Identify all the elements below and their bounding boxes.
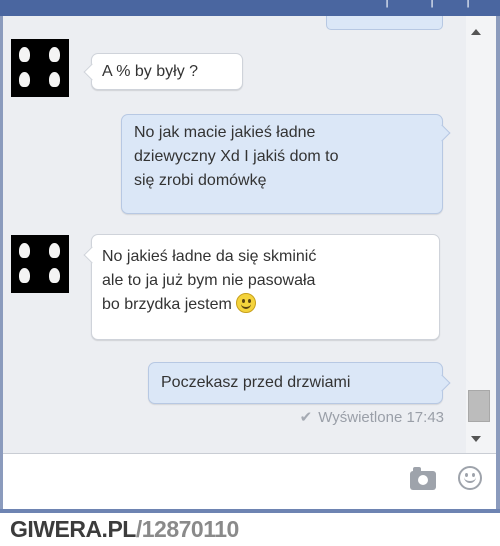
watermark-site: GIWERA.PL: [10, 516, 136, 542]
avatar[interactable]: [11, 235, 69, 293]
emoji-icon[interactable]: [458, 466, 482, 490]
message-text: No jakieś ładne da się skminić: [102, 248, 317, 265]
message-composer[interactable]: [3, 453, 496, 510]
scrollbar[interactable]: [466, 16, 500, 453]
smiley-emoji-icon: [235, 293, 256, 313]
header-control-icon[interactable]: |: [430, 0, 434, 9]
watermark: GIWERA.PL/12870110: [10, 516, 239, 543]
message-bubble-outgoing: No jak macie jakieś ładne dziewyczny Xd …: [121, 114, 451, 214]
window-border-right: [496, 16, 500, 516]
header-control-icon[interactable]: |: [466, 0, 470, 9]
message-bubble-incoming: No jakieś ładne da się skminić ale to ja…: [83, 234, 440, 340]
seen-status: ✔ Wyświetlone 17:43: [300, 408, 444, 426]
message-bubble-outgoing: Poczekasz przed drzwiami: [148, 362, 451, 404]
message-text: się zrobi domówkę: [134, 172, 267, 189]
window-border-left: [0, 16, 3, 516]
scrollbar-thumb[interactable]: [468, 390, 490, 422]
message-text: dziewyczny Xd I jakiś dom to: [134, 148, 339, 165]
watermark-id: 12870110: [141, 516, 240, 542]
scroll-down-arrow-icon[interactable]: [471, 436, 481, 442]
message-text: No jak macie jakieś ładne: [134, 124, 316, 141]
message-list[interactable]: A % by były ? No jak macie jakieś ładne …: [0, 16, 466, 453]
chat-header[interactable]: | | |: [0, 0, 500, 16]
scroll-up-arrow-icon[interactable]: [471, 29, 481, 35]
header-control-icon[interactable]: |: [385, 0, 389, 9]
checkmark-icon: ✔: [299, 409, 313, 426]
message-text: Poczekasz przed drzwiami: [161, 374, 351, 391]
previous-message-bubble: [326, 16, 443, 30]
message-text: bo brzydka jestem: [102, 296, 232, 313]
message-text: ale to ja już bym nie pasowała: [102, 272, 316, 289]
camera-icon[interactable]: [410, 467, 436, 490]
avatar[interactable]: [11, 39, 69, 97]
watermark-bar: GIWERA.PL/12870110: [0, 513, 500, 546]
seen-status-text: Wyświetlone 17:43: [318, 409, 444, 426]
message-bubble-incoming: A % by były ?: [83, 53, 243, 90]
message-text: A % by były ?: [102, 63, 199, 80]
